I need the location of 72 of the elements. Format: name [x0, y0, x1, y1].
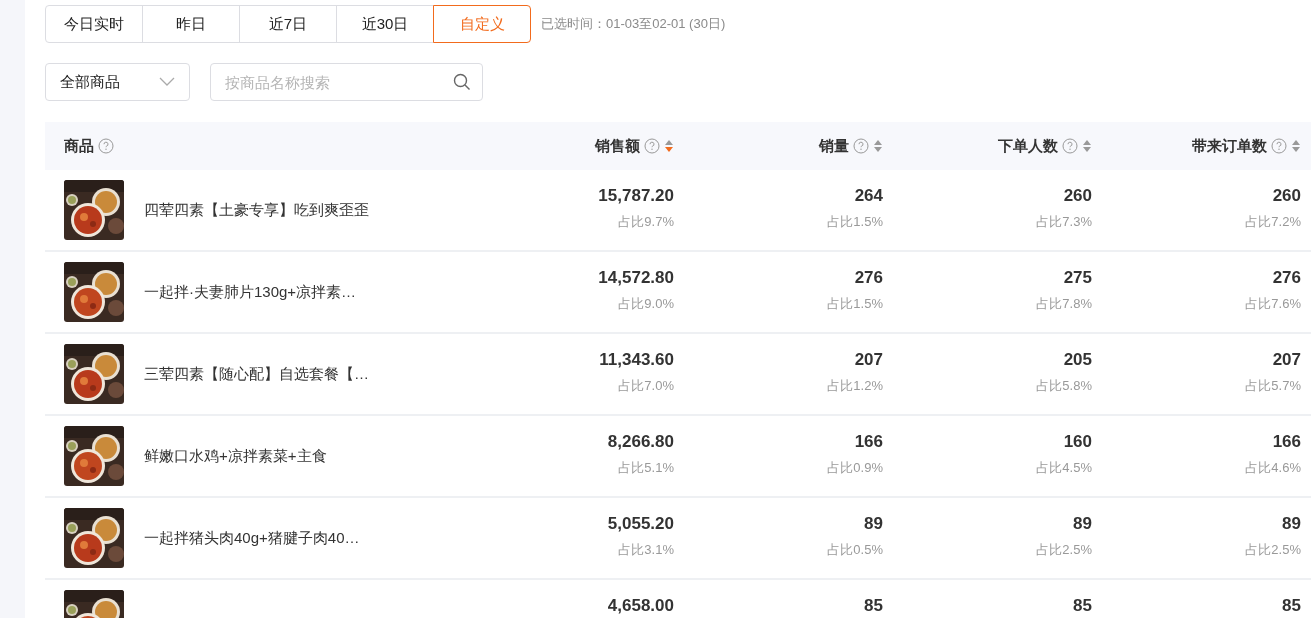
share-text: 占比5.8%: [1036, 377, 1092, 395]
search-icon[interactable]: [453, 73, 471, 91]
date-tab[interactable]: 今日实时: [45, 5, 143, 43]
share-text: 占比2.5%: [1036, 541, 1092, 559]
date-tab[interactable]: 近30日: [336, 5, 434, 43]
column-header: 带来订单数: [1192, 136, 1267, 156]
share-text: 占比4.6%: [1245, 459, 1301, 477]
share-text: 占比2.5%: [1245, 541, 1301, 559]
sort-icon[interactable]: [1082, 138, 1092, 154]
share-text: 占比1.5%: [827, 295, 883, 313]
metric-value: 89: [1073, 514, 1092, 534]
help-icon[interactable]: [853, 138, 869, 154]
metric-value: 207: [854, 350, 883, 370]
share-text: 占比0.5%: [827, 541, 883, 559]
help-icon[interactable]: [644, 138, 660, 154]
metric-value: 85: [1073, 596, 1092, 616]
share-text: 占比0.9%: [827, 459, 883, 477]
metric-value: 4,658.00: [607, 596, 674, 616]
share-text: 占比5.7%: [1245, 377, 1301, 395]
share-text: 占比1.5%: [827, 213, 883, 231]
column-header: 销量: [819, 136, 849, 156]
metric-value: 8,266.80: [607, 432, 674, 452]
metric-value: 89: [1282, 514, 1301, 534]
metric-value: 166: [854, 432, 883, 452]
metric-value: 205: [1063, 350, 1092, 370]
share-text: 占比4.5%: [1036, 459, 1092, 477]
product-name: 一起拌猪头肉40g+猪腱子肉40…: [144, 528, 360, 548]
date-tab[interactable]: 昨日: [142, 5, 240, 43]
share-text: 占比7.0%: [618, 377, 674, 395]
chevron-down-icon: [159, 77, 175, 87]
share-text: 占比3.1%: [618, 541, 674, 559]
metric-value: 275: [1063, 268, 1092, 288]
metric-value: 15,787.20: [598, 186, 674, 206]
metric-value: 260: [1272, 186, 1301, 206]
share-text: 占比7.2%: [1245, 213, 1301, 231]
help-icon[interactable]: [1271, 138, 1287, 154]
metric-value: 276: [1272, 268, 1301, 288]
sort-icon[interactable]: [873, 138, 883, 154]
share-text: 占比7.3%: [1036, 213, 1092, 231]
metric-value: 11,343.60: [599, 350, 674, 370]
share-text: 占比9.7%: [618, 213, 674, 231]
metric-value: 260: [1063, 186, 1092, 206]
date-tab[interactable]: 近7日: [239, 5, 337, 43]
column-header: 商品: [64, 136, 94, 156]
column-header: 下单人数: [998, 136, 1058, 156]
metric-value: 5,055.20: [607, 514, 674, 534]
metric-value: 276: [854, 268, 883, 288]
share-text: 占比5.1%: [618, 459, 674, 477]
help-icon[interactable]: [1062, 138, 1078, 154]
selected-range-text: 已选时间：01-03至02-01 (30日): [541, 15, 726, 33]
metric-value: 207: [1272, 350, 1301, 370]
metric-value: 85: [1282, 596, 1301, 616]
product-name: 鲜嫩口水鸡+凉拌素菜+主食: [144, 446, 327, 466]
sort-icon[interactable]: [664, 138, 674, 154]
product-name: 三荤四素【随心配】自选套餐【…: [144, 364, 369, 384]
share-text: 占比9.0%: [618, 295, 674, 313]
metric-value: 89: [864, 514, 883, 534]
product-name: 四荤四素【土豪专享】吃到爽歪歪: [144, 200, 369, 220]
sort-icon[interactable]: [1291, 138, 1301, 154]
share-text: 占比1.2%: [827, 377, 883, 395]
search-field[interactable]: 按商品名称搜索: [210, 63, 483, 101]
share-text: 占比7.6%: [1245, 295, 1301, 313]
product-name: 一起拌·夫妻肺片130g+凉拌素…: [144, 282, 357, 302]
column-header: 销售额: [595, 136, 640, 156]
metric-value: 14,572.80: [598, 268, 674, 288]
category-select[interactable]: 全部商品: [45, 63, 190, 101]
share-text: 占比7.8%: [1036, 295, 1092, 313]
metric-value: 160: [1063, 432, 1092, 452]
metric-value: 166: [1272, 432, 1301, 452]
metric-value: 264: [854, 186, 883, 206]
help-icon[interactable]: [98, 138, 114, 154]
metric-value: 85: [864, 596, 883, 616]
